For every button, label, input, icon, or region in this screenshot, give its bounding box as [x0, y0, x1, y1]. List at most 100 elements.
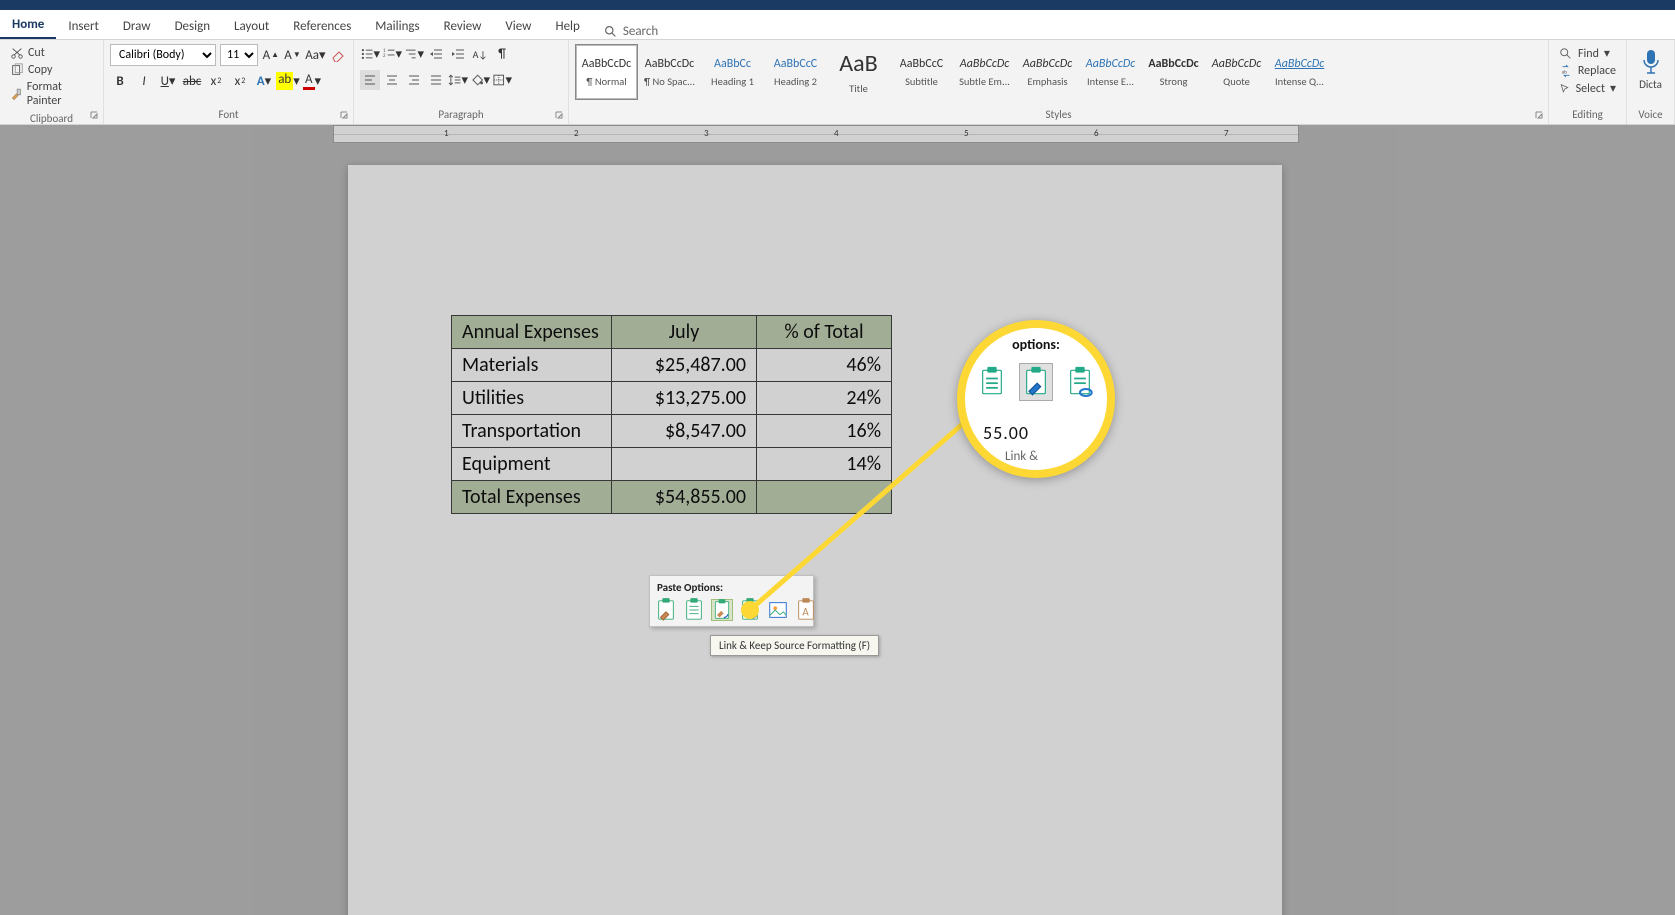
- table-row[interactable]: Utilities$13,275.0024%: [452, 382, 892, 415]
- strike-button[interactable]: abc: [182, 71, 202, 91]
- style---normal[interactable]: AaBbCcDc¶ Normal: [575, 44, 638, 100]
- find-button[interactable]: Find▾: [1559, 46, 1616, 61]
- spacing-icon: [448, 73, 461, 87]
- align-center-button[interactable]: [382, 70, 402, 90]
- brush-icon: [10, 87, 23, 101]
- style-heading-1[interactable]: AaBbCcHeading 1: [701, 44, 764, 100]
- tab-mailings[interactable]: Mailings: [363, 13, 431, 39]
- tab-review[interactable]: Review: [432, 13, 494, 39]
- style-intense-e---[interactable]: AaBbCcDcIntense E...: [1079, 44, 1142, 100]
- line-spacing-button[interactable]: ▾: [448, 70, 468, 90]
- select-button[interactable]: Select▾: [1559, 81, 1616, 96]
- page[interactable]: Annual Expenses July % of Total Material…: [348, 165, 1282, 915]
- paste-options-popup: Paste Options: A: [649, 575, 814, 627]
- superscript-button[interactable]: x2: [230, 71, 250, 91]
- clipboard-brush-icon: [655, 596, 677, 624]
- bullets-icon: [360, 47, 373, 61]
- table-row-total[interactable]: Total Expenses$54,855.00: [452, 481, 892, 514]
- clipboard-launcher-icon[interactable]: [90, 111, 100, 121]
- show-marks-button[interactable]: ¶: [492, 44, 512, 64]
- text-effects-button[interactable]: A▾: [254, 71, 274, 91]
- mic-icon[interactable]: [1640, 48, 1662, 76]
- shading-button[interactable]: ▾: [470, 70, 490, 90]
- style-intense-q---[interactable]: AaBbCcDcIntense Q...: [1268, 44, 1331, 100]
- paste-link-source-button[interactable]: [711, 599, 733, 621]
- tab-layout[interactable]: Layout: [222, 13, 281, 39]
- style-quote[interactable]: AaBbCcDcQuote: [1205, 44, 1268, 100]
- paste-text-only-button[interactable]: A: [795, 599, 817, 621]
- painter-label: Format Painter: [27, 80, 93, 108]
- tab-draw[interactable]: Draw: [111, 13, 163, 39]
- th-pct: % of Total: [757, 316, 892, 349]
- bold-button[interactable]: B: [110, 71, 130, 91]
- decrease-indent-button[interactable]: [426, 44, 446, 64]
- clear-format-button[interactable]: [329, 45, 347, 65]
- bullets-button[interactable]: ▾: [360, 44, 380, 64]
- borders-icon: [492, 73, 505, 87]
- align-right-button[interactable]: [404, 70, 424, 90]
- svg-text:2: 2: [383, 53, 386, 59]
- font-launcher-icon[interactable]: [340, 111, 350, 121]
- horizontal-ruler[interactable]: 1 2 3 4 5 6 7: [333, 125, 1299, 143]
- align-right-icon: [407, 73, 421, 87]
- numbering-icon: 12: [382, 47, 395, 61]
- table-row[interactable]: Equipment14%: [452, 448, 892, 481]
- borders-button[interactable]: ▾: [492, 70, 512, 90]
- format-painter-button[interactable]: Format Painter: [10, 80, 93, 108]
- align-left-button[interactable]: [360, 70, 380, 90]
- multilevel-button[interactable]: ▾: [404, 44, 424, 64]
- indent-icon: [451, 47, 465, 61]
- tab-insert[interactable]: Insert: [56, 13, 111, 39]
- font-family-select[interactable]: Calibri (Body): [110, 44, 216, 66]
- font-color-button[interactable]: A▾: [302, 71, 322, 91]
- tab-view[interactable]: View: [493, 13, 543, 39]
- paste-link-dest-button[interactable]: [739, 599, 761, 621]
- style-subtitle[interactable]: AaBbCcCSubtitle: [890, 44, 953, 100]
- underline-button[interactable]: U▾: [158, 71, 178, 91]
- font-size-select[interactable]: 11: [220, 44, 258, 66]
- cut-button[interactable]: Cut: [10, 46, 93, 60]
- paragraph-launcher-icon[interactable]: [555, 111, 565, 121]
- styles-gallery[interactable]: AaBbCcDc¶ NormalAaBbCcDc¶ No Spac...AaBb…: [575, 44, 1542, 100]
- mg-paste-link-source[interactable]: [1019, 363, 1053, 401]
- highlight-button[interactable]: ab▾: [278, 71, 298, 91]
- subscript-button[interactable]: x2: [206, 71, 226, 91]
- group-voice: Dicta Voice: [1627, 40, 1675, 124]
- mg-paste-link-dest[interactable]: [1063, 363, 1097, 401]
- paste-picture-button[interactable]: [767, 599, 789, 621]
- tab-home[interactable]: Home: [0, 11, 56, 39]
- replace-button[interactable]: abReplace: [1559, 64, 1616, 78]
- group-clipboard: Cut Copy Format Painter Clipboard: [0, 40, 104, 124]
- shrink-font-button[interactable]: A▼: [284, 45, 302, 65]
- expenses-table[interactable]: Annual Expenses July % of Total Material…: [451, 315, 892, 514]
- style-title[interactable]: AaBTitle: [827, 44, 890, 100]
- select-icon: [1559, 82, 1571, 96]
- tab-references[interactable]: References: [281, 13, 363, 39]
- style-strong[interactable]: AaBbCcDcStrong: [1142, 44, 1205, 100]
- justify-button[interactable]: [426, 70, 446, 90]
- table-row[interactable]: Transportation$8,547.0016%: [452, 415, 892, 448]
- svg-text:A: A: [802, 606, 809, 619]
- table-row[interactable]: Materials$25,487.0046%: [452, 349, 892, 382]
- numbering-button[interactable]: 12▾: [382, 44, 402, 64]
- tab-design[interactable]: Design: [163, 13, 222, 39]
- copy-button[interactable]: Copy: [10, 63, 93, 77]
- search-box[interactable]: Search: [592, 24, 670, 39]
- paste-keep-source-button[interactable]: [655, 599, 677, 621]
- tab-help[interactable]: Help: [543, 13, 591, 39]
- th-july: July: [612, 316, 757, 349]
- sort-button[interactable]: A↓: [470, 44, 490, 64]
- change-case-button[interactable]: Aa▾: [305, 45, 325, 65]
- italic-button[interactable]: I: [134, 71, 154, 91]
- styles-launcher-icon[interactable]: [1535, 111, 1545, 121]
- mg-paste-source[interactable]: [975, 363, 1009, 401]
- paste-dest-style-button[interactable]: [683, 599, 705, 621]
- style---no-spac---[interactable]: AaBbCcDc¶ No Spac...: [638, 44, 701, 100]
- style-heading-2[interactable]: AaBbCcCHeading 2: [764, 44, 827, 100]
- style-subtle-em---[interactable]: AaBbCcDcSubtle Em...: [953, 44, 1016, 100]
- style-emphasis[interactable]: AaBbCcDcEmphasis: [1016, 44, 1079, 100]
- grow-font-button[interactable]: A▲: [262, 45, 280, 65]
- cut-label: Cut: [28, 46, 45, 60]
- outdent-icon: [429, 47, 443, 61]
- increase-indent-button[interactable]: [448, 44, 468, 64]
